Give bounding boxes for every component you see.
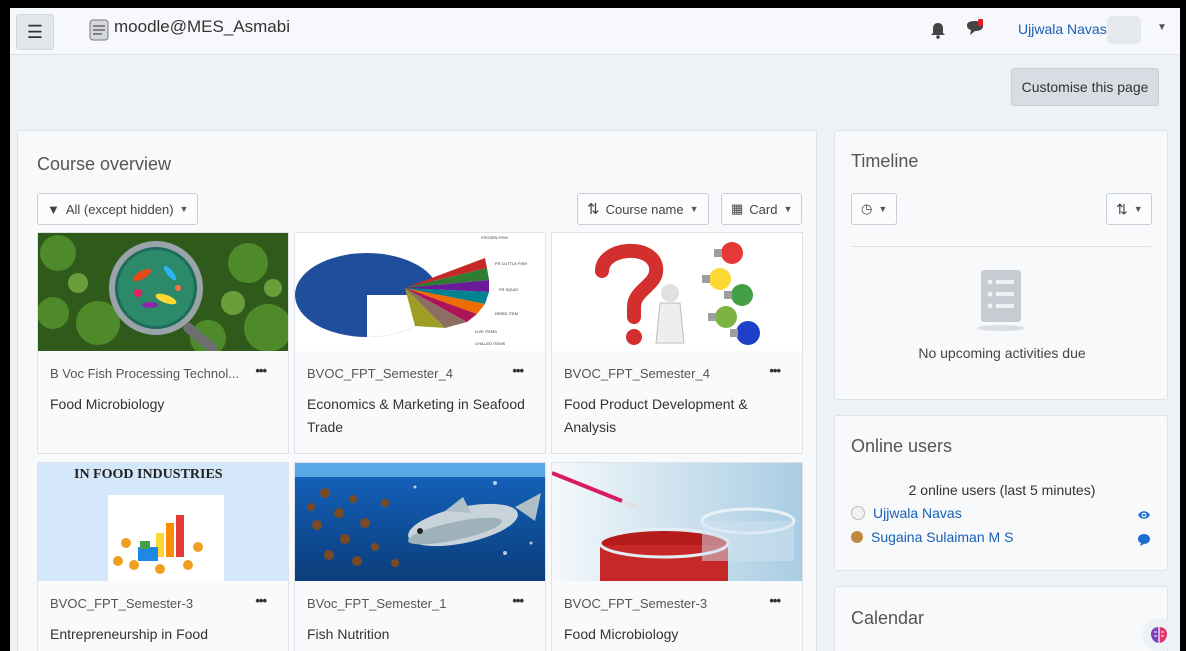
user-avatar[interactable] xyxy=(1107,16,1141,44)
svg-text:FROZEN FISH: FROZEN FISH xyxy=(481,235,508,240)
timeline-sort-dropdown[interactable]: ⇅ ▼ xyxy=(1106,193,1152,225)
course-image[interactable] xyxy=(552,233,802,351)
course-image[interactable] xyxy=(38,233,288,351)
chevron-down-icon: ▼ xyxy=(689,204,699,214)
course-category: B Voc Fish Processing Technol... xyxy=(50,366,240,381)
course-actions-menu-icon[interactable]: ••• xyxy=(769,593,781,608)
site-name-link[interactable]: moodle@MES_Asmabi xyxy=(114,17,290,37)
course-card[interactable]: BVOC_FPT_Semester-3 ••• Food Microbiolog… xyxy=(551,462,803,651)
user-menu-name[interactable]: Ujjwala Navas xyxy=(1018,21,1107,37)
online-user-name[interactable]: Ujjwala Navas xyxy=(873,505,962,521)
hamburger-icon: ☰ xyxy=(26,21,44,42)
course-image[interactable] xyxy=(552,463,802,581)
user-menu-caret-icon[interactable]: ▼ xyxy=(1157,22,1167,33)
course-card[interactable]: FROZEN FISH FR CUTTLE FISH FR SQUID DRIE… xyxy=(294,232,546,454)
filter-dropdown-label: All (except hidden) xyxy=(65,201,174,217)
course-name-link[interactable]: Entrepreneurship in Food xyxy=(50,623,270,646)
timeline-day-filter-dropdown[interactable]: ◷ ▼ xyxy=(851,193,897,225)
screen: ☰ moodle@MES_Asmabi Ujjwala Navas ▼ Cust… xyxy=(10,8,1180,651)
site-logo-icon[interactable] xyxy=(88,18,110,42)
chevron-down-icon: ▼ xyxy=(783,204,793,214)
course-image[interactable] xyxy=(295,463,545,581)
course-actions-menu-icon[interactable]: ••• xyxy=(255,593,267,608)
course-name-link[interactable]: Fish Nutrition xyxy=(307,623,527,646)
sort-dropdown-label: Course name xyxy=(605,201,684,217)
svg-text:LIVE ITEMS: LIVE ITEMS xyxy=(475,329,497,334)
view-dropdown-label: Card xyxy=(749,201,778,217)
course-category: BVOC_FPT_Semester-3 xyxy=(50,596,194,611)
online-users-block: Online users 2 online users (last 5 minu… xyxy=(834,415,1168,571)
course-card[interactable]: BVoc_FPT_Semester_1 ••• Fish Nutrition xyxy=(294,462,546,651)
online-users-count: 2 online users (last 5 minutes) xyxy=(908,482,1096,498)
course-category: BVOC_FPT_Semester_4 xyxy=(564,366,710,381)
avatar xyxy=(851,531,863,543)
svg-text:CHILLED ITEMS: CHILLED ITEMS xyxy=(475,341,506,346)
course-actions-menu-icon[interactable]: ••• xyxy=(255,363,267,378)
course-image-banner-text: IN FOOD INDUSTRIES xyxy=(74,467,223,482)
course-card[interactable]: B Voc Fish Processing Technol... ••• Foo… xyxy=(37,232,289,454)
svg-text:FR CUTTLE FISH: FR CUTTLE FISH xyxy=(495,261,527,266)
timeline-title: Timeline xyxy=(851,151,919,171)
clock-icon: ◷ xyxy=(861,201,873,216)
course-card[interactable]: IN FOOD INDUSTRIES BVOC_FPT_Semester-3 •… xyxy=(37,462,289,651)
calendar-title: Calendar xyxy=(851,608,925,628)
course-name-link[interactable]: Food Product Development & Analysis xyxy=(564,393,784,439)
online-users-title: Online users xyxy=(851,436,953,456)
timeline-block: Timeline ◷ ▼ ⇅ ▼ No upcoming activities … xyxy=(834,130,1168,400)
svg-text:FR SQUID: FR SQUID xyxy=(499,287,518,292)
calendar-block: Calendar xyxy=(834,586,1168,651)
online-user-item[interactable]: Sugaina Sulaiman M S xyxy=(851,529,1013,545)
grid-view-icon: ▦ xyxy=(731,201,744,216)
notifications-bell-icon[interactable] xyxy=(930,21,946,39)
avatar xyxy=(851,506,865,520)
view-dropdown[interactable]: ▦ Card ▼ xyxy=(721,193,803,225)
timeline-empty-text: No upcoming activities due xyxy=(918,345,1086,361)
sort-icon: ⇅ xyxy=(587,201,600,218)
svg-text:DRIED ITEM: DRIED ITEM xyxy=(495,311,518,316)
course-overview-title: Course overview xyxy=(37,154,172,174)
course-name-link[interactable]: Food Microbiology xyxy=(564,623,784,646)
navbar: ☰ moodle@MES_Asmabi Ujjwala Navas ▼ xyxy=(10,8,1180,55)
course-actions-menu-icon[interactable]: ••• xyxy=(512,593,524,608)
course-category: BVOC_FPT_Semester-3 xyxy=(564,596,708,611)
no-activities-icon xyxy=(977,270,1025,331)
eye-icon[interactable] xyxy=(1137,508,1151,522)
course-actions-menu-icon[interactable]: ••• xyxy=(769,363,781,378)
course-image[interactable]: IN FOOD INDUSTRIES xyxy=(38,463,288,581)
chevron-down-icon: ▼ xyxy=(878,204,888,214)
course-category: BVOC_FPT_Semester_4 xyxy=(307,366,453,381)
menu-toggle-button[interactable]: ☰ xyxy=(16,14,54,50)
course-overview-block: Course overview ▼ All (except hidden) ▼ … xyxy=(17,130,817,651)
course-category: BVoc_FPT_Semester_1 xyxy=(307,596,447,611)
chevron-down-icon: ▼ xyxy=(1133,204,1143,214)
course-name-link[interactable]: Economics & Marketing in Seafood Trade xyxy=(307,393,527,439)
chevron-down-icon: ▼ xyxy=(179,204,189,214)
course-image[interactable]: FROZEN FISH FR CUTTLE FISH FR SQUID DRIE… xyxy=(295,233,545,351)
sort-dropdown[interactable]: ⇅ Course name ▼ xyxy=(577,193,709,225)
sort-icon: ⇅ xyxy=(1116,200,1128,217)
divider xyxy=(851,246,1151,247)
course-actions-menu-icon[interactable]: ••• xyxy=(512,363,524,378)
assistant-brain-icon[interactable] xyxy=(1142,618,1176,651)
course-card[interactable]: BVOC_FPT_Semester_4 ••• Food Product Dev… xyxy=(551,232,803,454)
messages-icon[interactable] xyxy=(965,19,985,39)
online-user-item[interactable]: Ujjwala Navas xyxy=(851,505,962,521)
course-name-link[interactable]: Food Microbiology xyxy=(50,393,270,416)
online-user-name[interactable]: Sugaina Sulaiman M S xyxy=(871,529,1013,545)
customise-page-button[interactable]: Customise this page xyxy=(1011,68,1159,106)
filter-dropdown[interactable]: ▼ All (except hidden) ▼ xyxy=(37,193,199,225)
filter-funnel-icon: ▼ xyxy=(47,201,60,217)
message-bubble-icon[interactable] xyxy=(1137,533,1151,547)
